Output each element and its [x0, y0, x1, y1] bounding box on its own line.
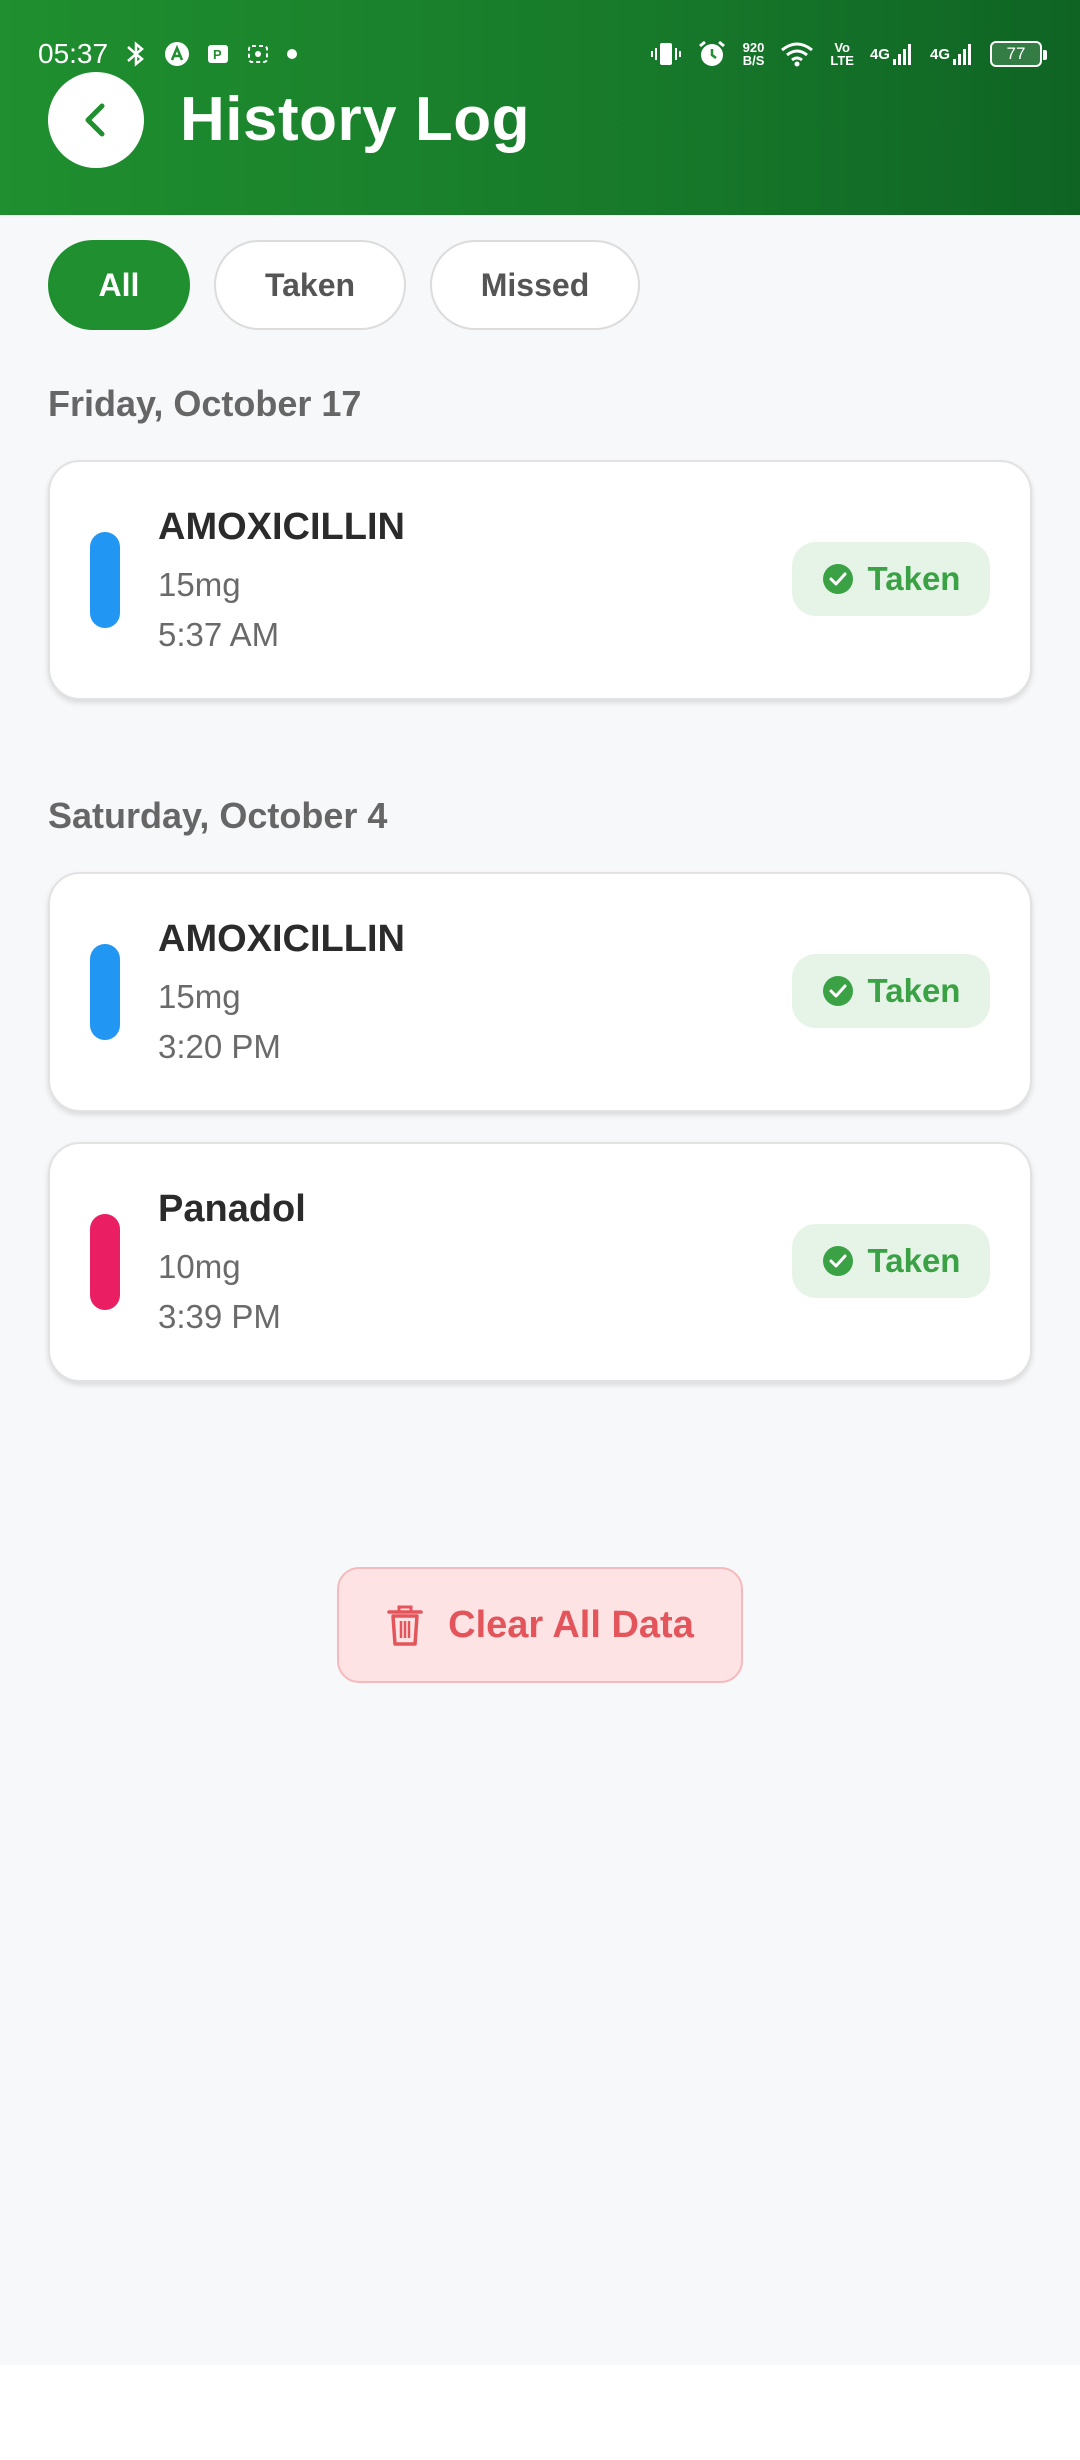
screenshot-icon	[246, 42, 270, 66]
check-circle-icon	[822, 563, 854, 595]
status-badge: Taken	[792, 542, 990, 616]
medication-name: Panadol	[158, 1188, 306, 1230]
trash-icon	[386, 1603, 424, 1647]
medication-dose: 15mg	[158, 978, 241, 1015]
medication-time: 5:37 AM	[158, 616, 280, 653]
status-time: 05:37	[38, 38, 109, 69]
filter-tabs: All Taken Missed	[48, 240, 640, 330]
history-log-screen: 05:37 P 920 B/S Vo LTE 4G 4G 77 History …	[0, 0, 1080, 2365]
medication-name: AMOXICILLIN	[158, 918, 405, 960]
bluetooth-play-icon	[124, 41, 148, 67]
back-button[interactable]	[48, 72, 144, 168]
medication-color-bar	[90, 532, 120, 628]
medication-time: 3:39 PM	[158, 1298, 281, 1335]
app-header: 05:37 P 920 B/S Vo LTE 4G 4G 77 History …	[0, 0, 1080, 215]
medication-name: AMOXICILLIN	[158, 506, 405, 548]
clear-all-data-label: Clear All Data	[448, 1603, 694, 1646]
medication-time: 3:20 PM	[158, 1028, 281, 1065]
net-speed-unit: B/S	[742, 53, 765, 68]
alarm-icon	[697, 39, 727, 69]
section-date: Friday, October 17	[48, 383, 362, 424]
battery-level: 77	[1006, 44, 1026, 63]
history-entry-card[interactable]: Panadol 10mg 3:39 PM Taken	[48, 1142, 1032, 1382]
filter-taken[interactable]: Taken	[214, 240, 406, 330]
signal-icon-2: 4G	[930, 42, 974, 66]
battery-icon: 77	[990, 41, 1047, 67]
section-date: Saturday, October 4	[48, 795, 388, 836]
more-dot-icon	[286, 48, 298, 60]
volte-indicator: Vo LTE	[830, 41, 854, 67]
history-entry-card[interactable]: AMOXICILLIN 15mg 5:37 AM Taken	[48, 460, 1032, 700]
filter-missed[interactable]: Missed	[430, 240, 640, 330]
history-entry-card[interactable]: AMOXICILLIN 15mg 3:20 PM Taken	[48, 872, 1032, 1112]
status-bar: 05:37 P 920 B/S Vo LTE 4G 4G 77	[38, 36, 1047, 72]
page-title: History Log	[180, 85, 530, 154]
svg-text:P: P	[213, 47, 222, 62]
publisher-icon: P	[206, 42, 230, 66]
net-speed: 920 B/S	[743, 41, 765, 67]
clear-all-data-button[interactable]: Clear All Data	[337, 1567, 743, 1683]
check-circle-icon	[822, 975, 854, 1007]
status-label: Taken	[867, 560, 961, 597]
volte-bottom: LTE	[830, 53, 854, 68]
medication-color-bar	[90, 944, 120, 1040]
signal-icon-1: 4G	[870, 42, 914, 66]
medication-color-bar	[90, 1214, 120, 1310]
check-circle-icon	[822, 1245, 854, 1277]
signal-2-label: 4G	[929, 45, 950, 63]
signal-1-label: 4G	[869, 45, 890, 63]
medication-dose: 10mg	[158, 1248, 241, 1285]
medication-dose: 15mg	[158, 566, 241, 603]
wifi-icon	[780, 40, 814, 68]
status-badge: Taken	[792, 1224, 990, 1298]
app-notification-icon	[164, 41, 190, 67]
chevron-left-icon	[74, 98, 118, 142]
status-label: Taken	[867, 1242, 961, 1279]
filter-all[interactable]: All	[48, 240, 190, 330]
vibrate-icon	[650, 40, 681, 68]
status-label: Taken	[867, 972, 961, 1009]
status-badge: Taken	[792, 954, 990, 1028]
